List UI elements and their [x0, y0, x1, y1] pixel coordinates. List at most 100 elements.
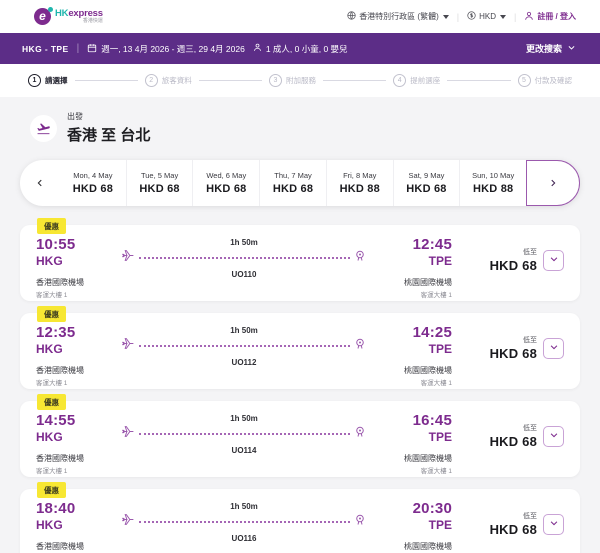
location-pin-icon	[354, 513, 366, 531]
departure-block: 14:55 HKG 香港國際機場 客運大樓 1	[36, 412, 110, 475]
trip-title-block: 出發 香港 至 台北	[67, 111, 150, 145]
arrival-time: 20:30	[412, 500, 452, 517]
departure-code: HKG	[36, 253, 63, 268]
departure-block: 12:35 HKG 香港國際機場 客運大樓 1	[36, 324, 110, 386]
departure-block: 18:40 HKG 香港國際機場 客運大樓 1	[36, 500, 110, 553]
arrival-time: 16:45	[412, 412, 452, 429]
departure-block: 10:55 HKG 香港國際機場 客運大樓 1	[36, 236, 110, 299]
step-label: 付款及確認	[534, 76, 573, 85]
price-from-label: 低至	[523, 337, 537, 344]
step-number: 5	[517, 74, 531, 87]
departure-terminal: 客運大樓 1	[36, 467, 68, 475]
hkexpress-logo[interactable]: e HKexpress 香港快運	[34, 7, 103, 25]
date-option[interactable]: Tue, 5 May HKD 68	[125, 160, 193, 206]
locale-selector[interactable]: 香港特別行政區 (繁體)	[347, 11, 449, 22]
arrival-block: 12:45 TPE 桃園國際機場 客運大樓 1	[378, 236, 452, 298]
arrival-code: TPE	[428, 253, 452, 268]
flight-number: UO112	[231, 358, 257, 367]
date-price: HKD 88	[473, 183, 514, 195]
trip-direction-label: 出發	[67, 112, 83, 121]
departure-time: 10:55	[36, 236, 76, 253]
step-label: 請選擇	[45, 76, 68, 85]
flight-route-visual: 1h 50m UO116	[110, 502, 378, 543]
location-pin-icon	[354, 337, 366, 355]
carousel-next-button[interactable]	[526, 160, 580, 206]
carousel-prev-button[interactable]	[20, 160, 60, 206]
flight-card-row: 10:55 HKG 香港國際機場 客運大樓 1 1h 50m UO110 12:…	[36, 236, 564, 299]
promo-badge: 優惠	[37, 482, 66, 498]
date-option[interactable]: Thu, 7 May HKD 68	[259, 160, 326, 206]
location-pin-icon	[354, 425, 366, 443]
departure-code: HKG	[36, 429, 63, 444]
price-amount: HKD 68	[489, 346, 537, 361]
chevron-down-icon	[442, 14, 449, 19]
step-connector	[447, 80, 511, 81]
flight-route-visual: 1h 50m UO110	[110, 238, 378, 279]
route-label: HKG - TPE	[22, 43, 69, 54]
step-connector	[323, 80, 387, 81]
login-register-link[interactable]: 註冊 / 登入	[524, 11, 576, 23]
location-pin-icon	[354, 249, 366, 267]
calendar-icon	[87, 43, 97, 55]
price-block: 低至 HKD 68	[452, 335, 564, 361]
date-option[interactable]: Sat, 9 May HKD 68	[392, 160, 460, 206]
chevron-down-icon	[549, 427, 559, 445]
price-block: 低至 HKD 68	[452, 247, 564, 273]
dotted-route-line	[139, 433, 350, 435]
arrival-code: TPE	[428, 429, 452, 444]
chevron-down-icon	[499, 14, 506, 19]
date-range-label: 週一, 13 4月 2026 - 週三, 29 4月 2026	[101, 43, 245, 54]
currency-selector[interactable]: HKD	[467, 11, 506, 22]
departure-terminal: 客運大樓 1	[36, 291, 68, 299]
expand-fares-button[interactable]	[543, 337, 564, 359]
arrival-terminal: 客運大樓 1	[420, 379, 452, 387]
expand-fares-button[interactable]	[543, 425, 564, 447]
promo-badge: 優惠	[37, 394, 66, 410]
search-summary-bar: HKG - TPE | 週一, 13 4月 2026 - 週三, 29 4月 2…	[0, 33, 600, 64]
date-option[interactable]: Wed, 6 May HKD 68	[192, 160, 260, 206]
divider: |	[456, 11, 460, 22]
price-text: 低至 HKD 68	[490, 335, 537, 361]
expand-fares-button[interactable]	[543, 249, 564, 271]
plane-icon	[121, 337, 135, 355]
plane-takeoff-icon	[30, 114, 57, 142]
date-option[interactable]: Sun, 10 May HKD 88	[459, 160, 527, 206]
arrival-block: 14:25 TPE 桃園國際機場 客運大樓 1	[378, 324, 452, 387]
chevron-down-icon	[549, 515, 559, 533]
departure-airport: 香港國際機場	[36, 541, 84, 551]
dotted-route-line	[139, 257, 350, 259]
step-connector	[198, 80, 262, 81]
arrival-airport: 桃園國際機場	[404, 453, 452, 463]
top-header: e HKexpress 香港快運 香港特別行政區 (繁體) | HKD | 註冊…	[0, 0, 600, 33]
flight-number: UO114	[231, 446, 257, 455]
search-summary-details: HKG - TPE | 週一, 13 4月 2026 - 週三, 29 4月 2…	[22, 43, 348, 55]
promo-badge: 優惠	[37, 306, 66, 322]
date-price: HKD 68	[206, 183, 247, 195]
hkexpress-logo-icon: e	[34, 7, 53, 25]
arrival-block: 20:30 TPE 桃園國際機場 客運大樓 1	[378, 500, 452, 553]
chevron-down-icon	[567, 43, 576, 54]
date-label: Tue, 5 May	[140, 171, 179, 180]
modify-search-button[interactable]: 更改搜索	[526, 42, 576, 55]
flight-duration: 1h 50m	[230, 238, 258, 247]
step-select-flight: 1 請選擇	[28, 74, 68, 87]
date-option[interactable]: Mon, 4 May HKD 68	[60, 160, 126, 206]
departure-airport: 香港國際機場	[36, 453, 84, 463]
date-label: Sat, 9 May	[408, 171, 445, 180]
price-text: 低至 HKD 68	[490, 247, 537, 273]
date-price: HKD 88	[339, 183, 380, 195]
plane-icon	[121, 249, 135, 267]
date-label: Thu, 7 May	[274, 171, 312, 180]
arrival-block: 16:45 TPE 桃園國際機場 客運大樓 1	[378, 412, 452, 474]
globe-icon	[347, 11, 356, 22]
person-icon	[253, 43, 262, 54]
flight-card: 優惠 10:55 HKG 香港國際機場 客運大樓 1 1h 50m UO110 …	[20, 218, 580, 301]
date-cells: Mon, 4 May HKD 68 Tue, 5 May HKD 68 Wed,…	[60, 160, 527, 206]
trip-header: 出發 香港 至 台北	[30, 111, 580, 145]
step-seat-selection: 4 提前選座	[393, 74, 440, 87]
expand-fares-button[interactable]	[543, 513, 564, 535]
trip-title: 香港 至 台北	[67, 127, 151, 144]
price-amount: HKD 68	[489, 434, 537, 449]
date-option[interactable]: Fri, 8 May HKD 88	[325, 160, 393, 206]
date-range-group: 週一, 13 4月 2026 - 週三, 29 4月 2026	[87, 43, 245, 55]
